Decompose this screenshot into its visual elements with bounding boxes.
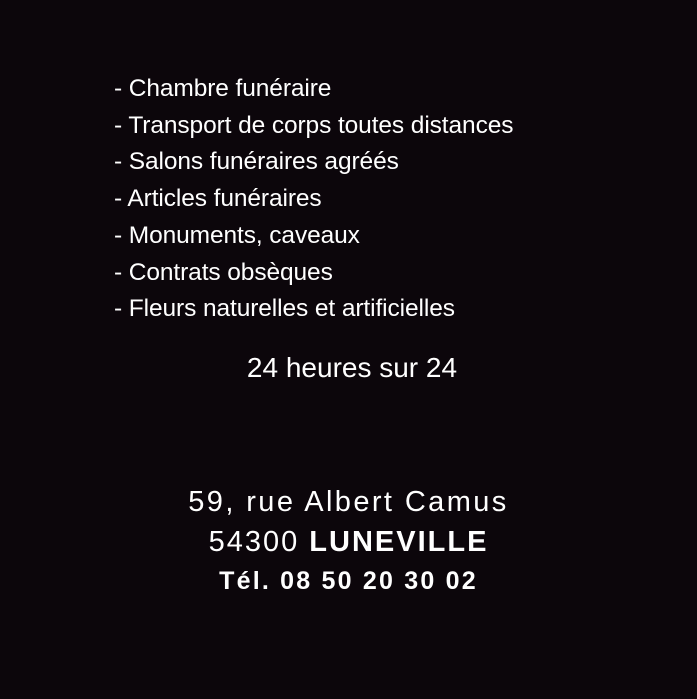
city-line: 54300 LUNEVILLE xyxy=(0,522,697,562)
street-address: 59, rue Albert Camus xyxy=(188,486,509,518)
service-item: - Salons funéraires agréés xyxy=(114,148,399,176)
service-item: - Chambre funéraire xyxy=(114,75,332,102)
service-item: - Contrats obsèques xyxy=(114,258,333,286)
funeral-services-card: { "services": [ "- Chambre funéraire", "… xyxy=(0,0,697,699)
phone-number: Tél. 08 50 20 30 02 xyxy=(219,567,478,595)
postal-code: 54300 xyxy=(208,526,300,558)
city-name: LUNEVILLE xyxy=(309,526,489,558)
service-item: - Fleurs naturelles et artificielles xyxy=(114,295,455,323)
service-item: - Articles funéraires xyxy=(114,185,322,213)
address-block: 59, rue Albert Camus 54300 LUNEVILLE Tél… xyxy=(0,482,697,600)
availability-text: 24 heures sur 24 xyxy=(246,352,458,383)
service-item: - Monuments, caveaux xyxy=(114,221,360,249)
service-item: - Transport de corps toutes distances xyxy=(114,111,514,139)
services-list: - Chambre funéraire - Transport de corps… xyxy=(114,71,513,328)
